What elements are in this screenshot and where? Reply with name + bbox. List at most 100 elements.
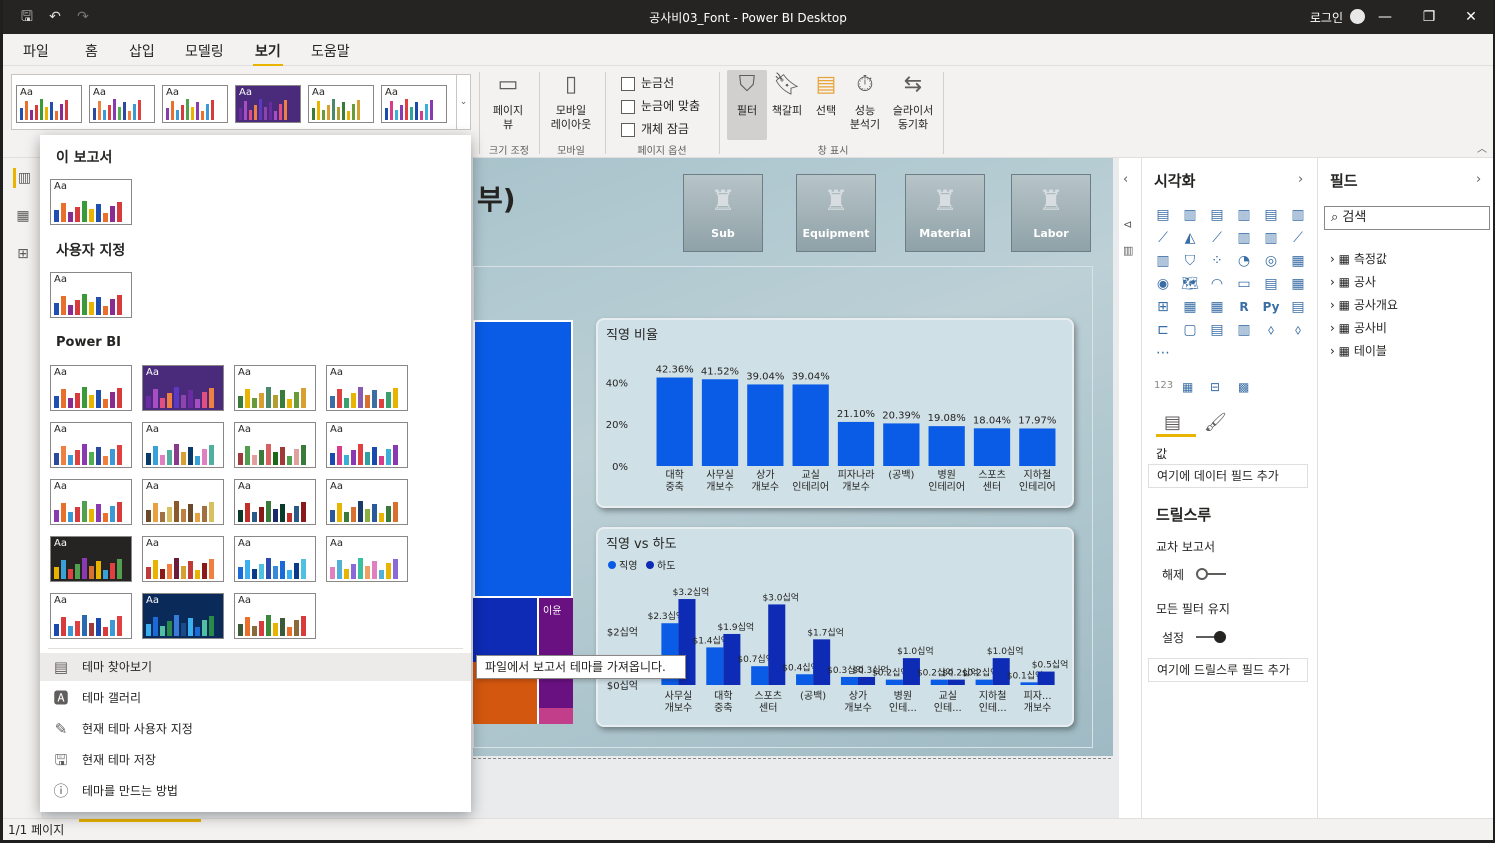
treemap-tile[interactable] [473, 598, 537, 662]
filters-collapsed[interactable]: ‹ ⊲ ▥ [1119, 158, 1141, 818]
visual-type-icon[interactable]: 🗺︎ [1181, 275, 1199, 293]
cross-report-toggle[interactable] [1196, 568, 1226, 580]
field-table-cost[interactable]: › ▦ 공사비 [1330, 319, 1387, 336]
visual-type-icon[interactable]: Py [1262, 298, 1280, 316]
visual-type-icon[interactable]: ▤ [1262, 206, 1280, 224]
ribbon-theme-thumb[interactable]: Aa [235, 85, 301, 123]
menu-home[interactable]: 홈 [85, 41, 98, 61]
visual-type-icon[interactable]: ⟋ [1154, 229, 1172, 247]
visual-type-icon[interactable]: ◔ [1235, 252, 1253, 270]
visual-type-icon[interactable]: ▤ [1154, 206, 1172, 224]
drillthrough-drop-well[interactable]: 여기에 드릴스루 필드 추가 [1148, 658, 1308, 682]
keep-filters-toggle[interactable] [1196, 631, 1226, 643]
sync-slicers-button[interactable]: ⇆ 슬라이서 동기화 [887, 70, 939, 132]
ribbon-theme-thumb[interactable]: Aa [16, 85, 82, 123]
selection-button[interactable]: ▤ 선택 [809, 70, 843, 118]
visual-type-icon[interactable]: ▥ [1262, 229, 1280, 247]
direct-ratio-card[interactable]: 직영 비율 0% 20% 40% 42.36% 대학 중축 41.52% 사무실 개보수 39.0… [596, 318, 1074, 508]
fields-tab-icon[interactable]: ▤ [1164, 412, 1181, 433]
visual-type-icon[interactable]: ⛉ [1181, 252, 1199, 270]
field-table-table[interactable]: › ▦ 테이블 [1330, 342, 1387, 359]
filter-pane-button[interactable]: ⛉ 필터 [727, 70, 767, 140]
card-icon[interactable]: 123 [1154, 380, 1173, 391]
how-to-create-theme-item[interactable]: ⓘ 테마를 만드는 방법 [40, 777, 471, 805]
visual-type-icon[interactable]: R [1235, 298, 1253, 316]
visual-type-icon[interactable]: ▥ [1289, 206, 1307, 224]
theme-custom[interactable]: Aa [50, 272, 132, 318]
menu-insert[interactable]: 삽입 [129, 41, 155, 61]
theme-powerbi-10[interactable]: Aa [142, 479, 224, 525]
ribbon-theme-thumb[interactable]: Aa [381, 85, 447, 123]
visual-type-icon[interactable]: ▦ [1181, 298, 1199, 316]
field-table-measures[interactable]: › ▦ 측정값 [1330, 250, 1387, 267]
theme-powerbi-3[interactable]: Aa [234, 365, 316, 411]
expand-themes-icon[interactable]: ⌄ [456, 75, 470, 129]
slicer-icon[interactable]: ⊟ [1210, 380, 1220, 394]
theme-powerbi-14[interactable]: Aa [142, 536, 224, 582]
browse-themes-item[interactable]: ▤ 테마 찾아보기 [40, 653, 471, 681]
labor-button[interactable]: ♜ Labor [1011, 174, 1091, 252]
restore-icon[interactable]: ❐ [1409, 6, 1449, 28]
snap-to-grid-checkbox[interactable]: 눈금에 맞춤 [621, 97, 700, 114]
theme-powerbi-4[interactable]: Aa [326, 365, 408, 411]
chevron-right-icon[interactable]: › [1298, 172, 1303, 187]
theme-powerbi-19[interactable]: Aa [234, 593, 316, 639]
ribbon-theme-thumb[interactable]: Aa [162, 85, 228, 123]
visual-type-icon[interactable]: ⬨ [1289, 321, 1307, 339]
visual-type-icon[interactable]: ⟋ [1208, 229, 1226, 247]
theme-powerbi-13[interactable]: Aa [50, 536, 132, 582]
bookmarks-button[interactable]: 🔖︎ 책갈피 [769, 70, 805, 118]
theme-powerbi-18[interactable]: Aa [142, 593, 224, 639]
visual-type-icon[interactable]: ◉ [1154, 275, 1172, 293]
theme-powerbi-9[interactable]: Aa [50, 479, 132, 525]
menu-help[interactable]: 도움말 [311, 41, 350, 61]
mobile-layout-button[interactable]: ▯ 모바일 레이아웃 [543, 70, 599, 132]
save-theme-item[interactable]: 🖫 현재 테마 저장 [40, 746, 471, 774]
theme-powerbi-7[interactable]: Aa [234, 422, 316, 468]
material-button[interactable]: ♜ Material [905, 174, 985, 252]
custom-visual-icon[interactable]: ▩ [1238, 380, 1249, 394]
visual-type-icon[interactable]: ▦ [1289, 252, 1307, 270]
visual-type-icon[interactable]: ▢ [1181, 321, 1199, 339]
visual-type-icon[interactable]: ▥ [1181, 206, 1199, 224]
data-view-icon[interactable]: ▦ [13, 206, 33, 226]
theme-powerbi-15[interactable]: Aa [234, 536, 316, 582]
report-view-icon[interactable]: ▥ [13, 168, 33, 188]
menu-modeling[interactable]: 모델링 [185, 41, 224, 61]
collapse-ribbon-icon[interactable]: ︿ [1477, 140, 1487, 155]
gridlines-checkbox[interactable]: 눈금선 [621, 74, 674, 91]
theme-powerbi-2[interactable]: Aa [142, 365, 224, 411]
customize-theme-item[interactable]: ✎ 현재 테마 사용자 지정 [40, 715, 471, 743]
field-table-construction[interactable]: › ▦ 공사 [1330, 273, 1376, 290]
visual-type-icon[interactable]: ⋯ [1154, 344, 1172, 362]
visual-type-icon[interactable]: ▭ [1235, 275, 1253, 293]
visual-type-icon[interactable]: ▥ [1235, 206, 1253, 224]
ribbon-theme-thumb[interactable]: Aa [89, 85, 155, 123]
visual-type-icon[interactable]: ▥ [1235, 321, 1253, 339]
field-search-input[interactable]: ⌕ 검색 [1324, 206, 1490, 230]
theme-powerbi-16[interactable]: Aa [326, 536, 408, 582]
visual-type-icon[interactable]: ⊏ [1154, 321, 1172, 339]
theme-powerbi-5[interactable]: Aa [50, 422, 132, 468]
theme-gallery-item[interactable]: 🅰︎ 테마 갤러리 [40, 684, 471, 712]
visual-type-icon[interactable]: ▦ [1208, 298, 1226, 316]
login-link[interactable]: 로그인 [1310, 9, 1343, 26]
theme-powerbi-8[interactable]: Aa [326, 422, 408, 468]
sub-button[interactable]: ♜ Sub [683, 174, 763, 252]
visual-type-icon[interactable]: ⊞ [1154, 298, 1172, 316]
filter-vertical-icon[interactable]: ▥ [1123, 244, 1133, 257]
performance-analyzer-button[interactable]: ⏱ 성능 분석기 [845, 70, 885, 132]
visual-type-icon[interactable]: ▤ [1208, 206, 1226, 224]
chevron-left-icon[interactable]: ‹ [1123, 172, 1128, 187]
avatar[interactable] [1350, 9, 1365, 24]
treemap-tile[interactable] [537, 708, 573, 724]
treemap-tile[interactable]: 이윤 [537, 598, 573, 708]
menu-file[interactable]: 파일 [23, 41, 49, 61]
visual-type-icon[interactable]: ⬨ [1262, 321, 1280, 339]
visual-type-icon[interactable]: ▤ [1289, 298, 1307, 316]
model-view-icon[interactable]: ⊞ [13, 244, 33, 264]
menu-view[interactable]: 보기 [253, 41, 283, 67]
page-tab-indicator[interactable] [79, 819, 201, 822]
filter-vertical-icon[interactable]: ⊲ [1123, 218, 1132, 231]
theme-powerbi-12[interactable]: Aa [326, 479, 408, 525]
